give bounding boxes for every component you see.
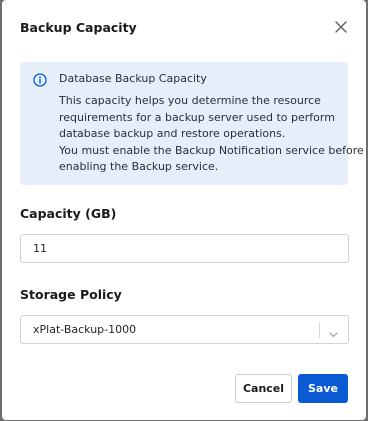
dialog-header: Backup Capacity — [2, 0, 366, 56]
capacity-label: Capacity (GB) — [20, 206, 117, 221]
info-line: This capacity helps you determine the re… — [59, 94, 321, 107]
info-line: enabling the Backup service. — [59, 160, 219, 173]
info-icon — [33, 72, 47, 87]
info-line: requirements for a backup server used to… — [59, 110, 335, 124]
info-banner: Database Backup Capacity This capacity h… — [20, 62, 364, 185]
backup-capacity-dialog: Backup Capacity Database Backup Capacity… — [2, 0, 366, 420]
info-line: You must enable the Backup Notification … — [59, 143, 364, 157]
chevron-down-icon[interactable] — [328, 325, 339, 338]
info-line: database backup and restore operations. — [59, 127, 286, 140]
save-button[interactable]: Save — [298, 374, 348, 403]
info-description: This capacity helps you determine the re… — [59, 93, 364, 176]
select-divider — [319, 322, 320, 338]
storage-policy-value: xPlat-Backup-1000 — [33, 323, 137, 336]
storage-policy-select[interactable]: xPlat-Backup-1000 — [20, 315, 349, 344]
storage-policy-label: Storage Policy — [20, 287, 122, 302]
close-icon[interactable] — [333, 19, 349, 35]
capacity-input[interactable] — [20, 234, 349, 263]
info-title: Database Backup Capacity — [59, 72, 207, 85]
dialog-title: Backup Capacity — [20, 20, 137, 35]
cancel-button[interactable]: Cancel — [235, 374, 292, 403]
